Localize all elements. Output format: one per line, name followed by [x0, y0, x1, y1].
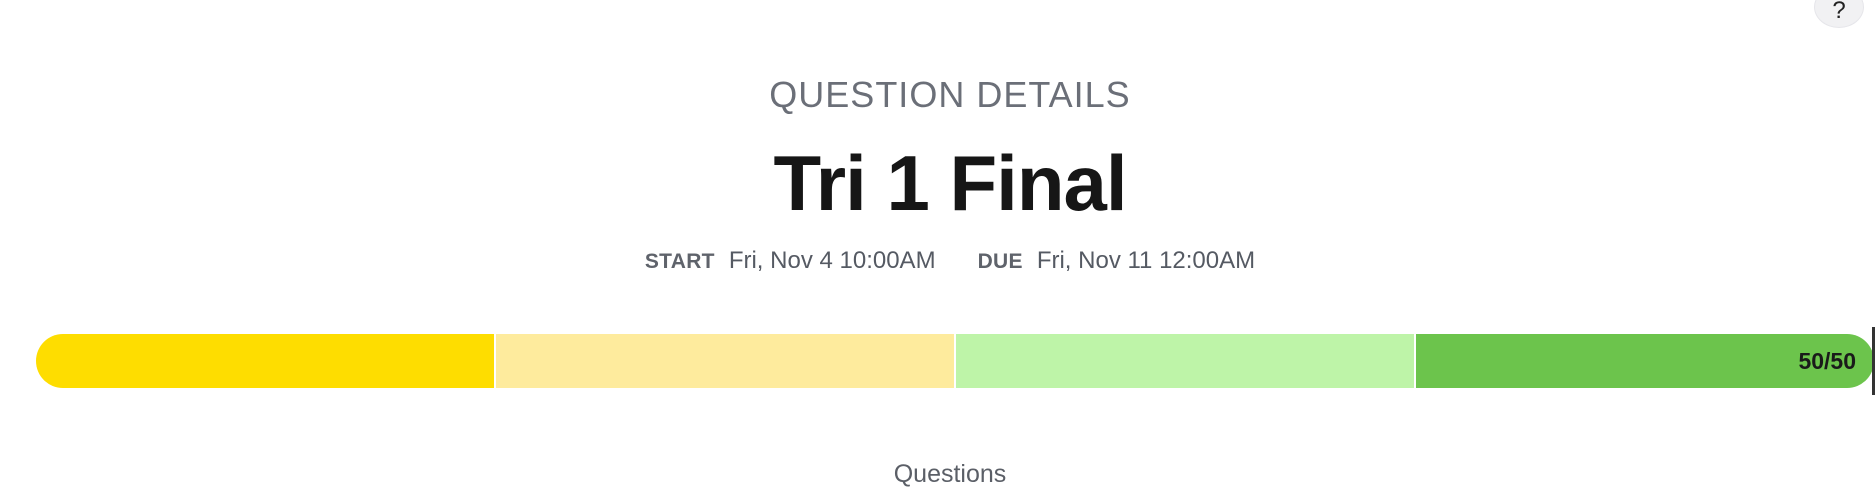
progress-bar: 50/50 — [36, 334, 1874, 388]
start-label: START — [644, 250, 715, 273]
page-eyebrow: QUESTION DETAILS — [769, 74, 1131, 115]
progress-segment-2 — [494, 334, 954, 388]
help-button[interactable]: ? — [1814, 0, 1864, 28]
due-date: Fri, Nov 11 12:00AM — [1036, 247, 1256, 274]
date-range: START Fri, Nov 4 10:00AM DUE Fri, Nov 11 12… — [0, 247, 1876, 275]
page-title: Tri 1 Final — [773, 139, 1127, 227]
due-label: DUE — [977, 250, 1023, 273]
help-icon: ? — [1832, 0, 1846, 24]
progress-segment-1 — [36, 334, 494, 388]
text-cursor — [1872, 327, 1875, 395]
questions-heading: Questions — [893, 460, 1007, 488]
start-date: Fri, Nov 4 10:00AM — [728, 247, 936, 274]
progress-count: 50/50 — [1798, 348, 1856, 374]
progress-segment-3 — [954, 334, 1414, 388]
